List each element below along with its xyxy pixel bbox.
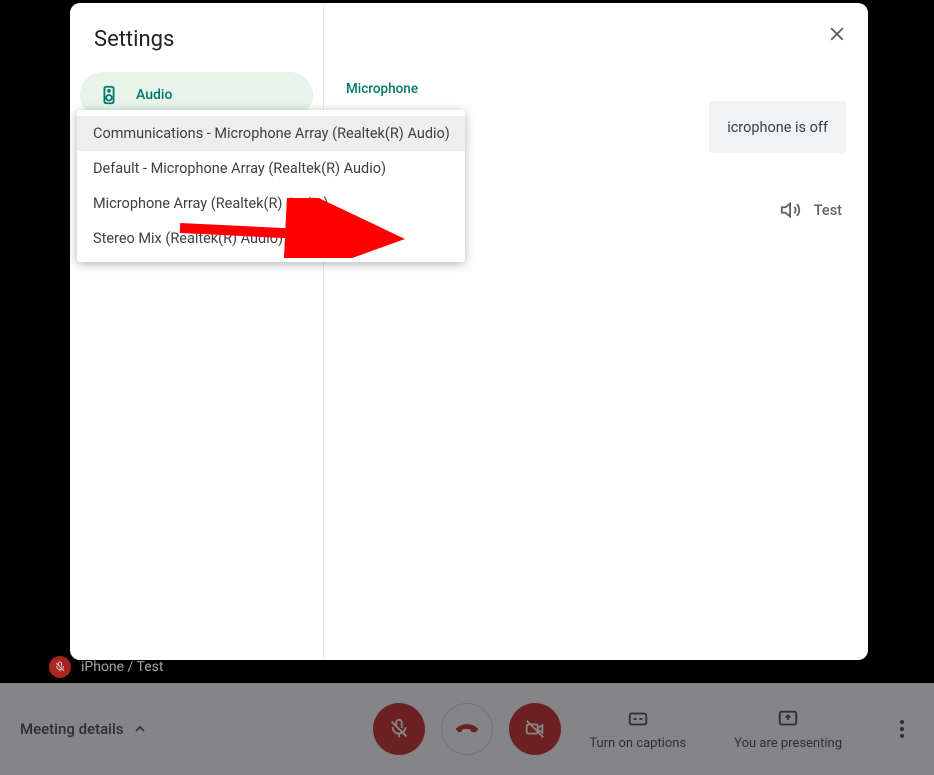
mic-option-communications[interactable]: Communications - Microphone Array (Realt… bbox=[77, 116, 465, 151]
close-icon bbox=[827, 24, 847, 44]
participant-name: iPhone / Test bbox=[81, 659, 163, 675]
toggle-camera-button[interactable] bbox=[509, 703, 561, 755]
chevron-up-icon bbox=[132, 721, 148, 737]
test-speaker-button[interactable]: Test bbox=[780, 199, 842, 221]
test-label: Test bbox=[814, 202, 842, 219]
mic-off-icon bbox=[49, 656, 71, 678]
microphone-dropdown[interactable]: Communications - Microphone Array (Realt… bbox=[77, 110, 465, 262]
mic-option-default[interactable]: Default - Microphone Array (Realtek(R) A… bbox=[77, 151, 465, 186]
captions-icon bbox=[627, 708, 649, 730]
presenting-button[interactable]: You are presenting bbox=[734, 708, 842, 751]
mic-option-array[interactable]: Microphone Array (Realtek(R) Audio) bbox=[77, 186, 465, 221]
toggle-mic-button[interactable] bbox=[373, 703, 425, 755]
settings-content: Microphone icrophone is off Test bbox=[324, 3, 868, 660]
right-controls: Turn on captions You are presenting bbox=[589, 708, 914, 751]
volume-icon bbox=[780, 199, 802, 221]
nav-audio-label: Audio bbox=[136, 87, 172, 103]
close-button[interactable] bbox=[820, 17, 854, 51]
settings-title: Settings bbox=[80, 23, 313, 72]
microphone-label: Microphone bbox=[346, 81, 836, 97]
mic-off-hint: icrophone is off bbox=[709, 101, 846, 153]
call-controls bbox=[373, 703, 561, 755]
more-options-button[interactable] bbox=[890, 717, 914, 741]
mic-off-hint-text: icrophone is off bbox=[727, 119, 828, 136]
present-icon bbox=[777, 708, 799, 730]
turn-on-captions-button[interactable]: Turn on captions bbox=[589, 708, 686, 751]
meeting-details-label: Meeting details bbox=[20, 720, 124, 738]
speaker-icon bbox=[98, 84, 120, 106]
meeting-details-button[interactable]: Meeting details bbox=[20, 720, 148, 738]
captions-label: Turn on captions bbox=[589, 736, 686, 751]
presenting-label: You are presenting bbox=[734, 736, 842, 751]
settings-sidebar: Settings Audio Video General bbox=[70, 3, 324, 660]
settings-modal: Settings Audio Video General Microphone … bbox=[70, 3, 868, 660]
bottom-toolbar: Meeting details Turn on captions You are… bbox=[0, 683, 934, 775]
hang-up-button[interactable] bbox=[441, 703, 493, 755]
mic-option-stereo-mix[interactable]: Stereo Mix (Realtek(R) Audio) bbox=[77, 221, 465, 256]
